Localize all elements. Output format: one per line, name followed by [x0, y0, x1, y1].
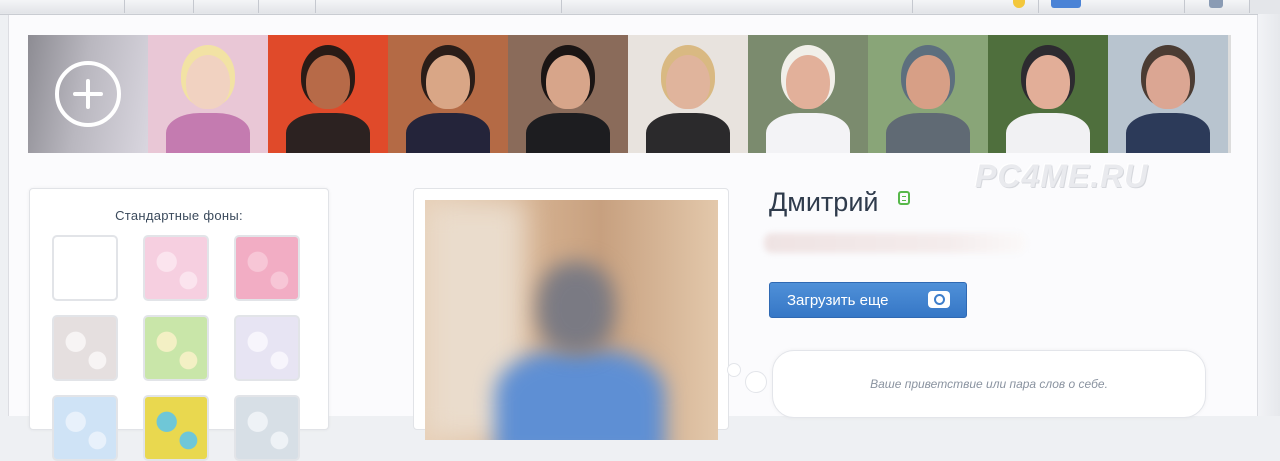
- friend-photo[interactable]: [1108, 35, 1228, 153]
- swatch-blue[interactable]: [52, 395, 118, 461]
- toolbar-tab-5[interactable]: [316, 0, 562, 13]
- add-photo-tile[interactable]: [28, 35, 148, 153]
- cloud-dot: [745, 371, 767, 393]
- swatch-green-flowers[interactable]: [143, 315, 209, 381]
- toolbar-settings[interactable]: [1185, 0, 1250, 13]
- user-name: Дмитрий: [769, 187, 879, 217]
- cloud-dot: [727, 363, 741, 377]
- friend-photo[interactable]: [748, 35, 868, 153]
- add-icon[interactable]: [55, 61, 121, 127]
- swatch-yellow[interactable]: [143, 395, 209, 461]
- toolbar-guests[interactable]: [1039, 0, 1185, 13]
- upload-more-button[interactable]: Загрузить еще: [769, 282, 967, 318]
- friend-photo[interactable]: [868, 35, 988, 153]
- toolbar-tab-2[interactable]: [125, 0, 194, 13]
- friend-photo[interactable]: [628, 35, 748, 153]
- avatar[interactable]: [425, 200, 718, 440]
- watermark: PC4ME.RU: [975, 158, 1149, 194]
- swatch-pink-hearts[interactable]: [143, 235, 209, 301]
- toolbar-rating[interactable]: [913, 0, 1039, 13]
- swatch-pink-swirls[interactable]: [234, 235, 300, 301]
- backgrounds-panel: Стандартные фоны:: [29, 188, 329, 461]
- toolbar-tab-1[interactable]: [0, 0, 125, 13]
- scrollbar[interactable]: [1258, 14, 1280, 416]
- camera-icon: [928, 291, 950, 308]
- settings-icon: [1209, 0, 1223, 8]
- swatch-gray-flowers[interactable]: [52, 315, 118, 381]
- blurred-info: [764, 233, 1026, 253]
- swatch-white[interactable]: [52, 235, 118, 301]
- avatar-card: [413, 188, 729, 440]
- friend-photo[interactable]: [508, 35, 628, 153]
- swatch-lilac-flowers[interactable]: [234, 315, 300, 381]
- friend-photo[interactable]: [148, 35, 268, 153]
- upload-more-label: Загрузить еще: [787, 291, 889, 309]
- toolbar-tab-4[interactable]: [259, 0, 316, 13]
- mobile-online-icon: [898, 191, 910, 205]
- toolbar-tab-3[interactable]: [194, 0, 259, 13]
- guests-icon: [1051, 0, 1081, 8]
- friend-photo[interactable]: [268, 35, 388, 153]
- swatch-gray-blue[interactable]: [234, 395, 300, 461]
- status-placeholder: Ваше приветствие или пара слов о себе.: [870, 377, 1108, 391]
- status-bubble[interactable]: Ваше приветствие или пара слов о себе.: [772, 350, 1206, 418]
- friend-photo[interactable]: [388, 35, 508, 153]
- backgrounds-title: Стандартные фоны:: [115, 208, 243, 223]
- toolbar-spacer: [562, 0, 913, 13]
- top-toolbar: [0, 0, 1280, 15]
- coin-icon: [1013, 0, 1025, 8]
- friends-strip: [28, 35, 1231, 153]
- friend-photo[interactable]: [988, 35, 1108, 153]
